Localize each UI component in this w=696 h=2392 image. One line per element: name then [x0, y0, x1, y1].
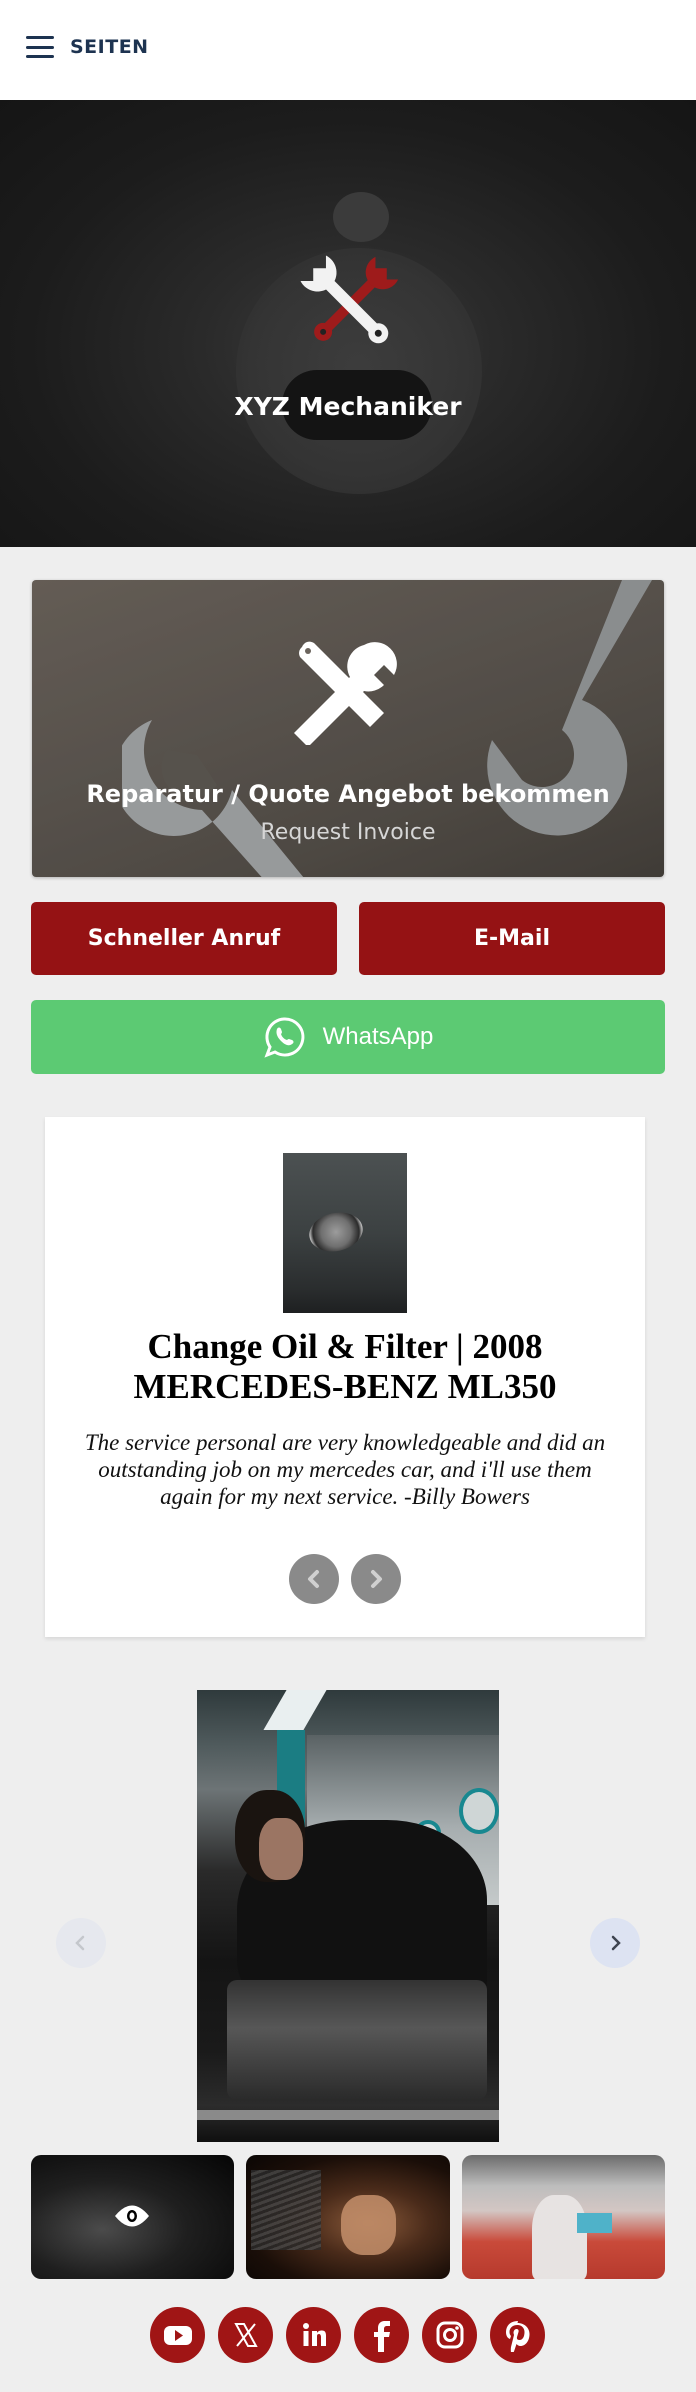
instagram-icon: [436, 2321, 463, 2349]
gallery-image-detail: [227, 1980, 487, 2100]
gallery-image-detail: [459, 1788, 499, 1834]
instagram-link[interactable]: [422, 2307, 477, 2363]
wrench-background-image: [487, 580, 652, 836]
testimonial-card: Change Oil & Filter | 2008 MERCEDES-BENZ…: [45, 1117, 645, 1637]
gallery-image-detail: [532, 2195, 587, 2279]
youtube-link[interactable]: [150, 2307, 205, 2363]
x-icon: [233, 2323, 258, 2347]
pages-menu-button[interactable]: SEITEN: [26, 36, 149, 58]
chevron-right-icon: [611, 1935, 621, 1951]
whatsapp-label: WhatsApp: [322, 1023, 434, 1050]
linkedin-icon: [302, 2323, 326, 2346]
quick-call-button[interactable]: Schneller Anruf: [31, 902, 337, 975]
testimonial-next-button[interactable]: [351, 1554, 401, 1604]
facebook-link[interactable]: [354, 2307, 409, 2363]
pinterest-link[interactable]: [490, 2307, 545, 2363]
gallery-image-detail: [197, 2110, 499, 2120]
hero-background-detail: [333, 192, 389, 242]
social-links: [150, 2307, 545, 2363]
crossed-wrenches-icon: [300, 255, 399, 344]
testimonial-image: [283, 1153, 407, 1313]
gallery-main-image[interactable]: [197, 1690, 499, 2142]
gallery-image-detail: [251, 2170, 321, 2250]
hamburger-icon: [26, 36, 54, 58]
gallery-image-detail: [263, 1690, 327, 1730]
business-name: XYZ Mechaniker: [234, 392, 462, 421]
linkedin-link[interactable]: [286, 2307, 341, 2363]
pages-menu-label: SEITEN: [70, 36, 149, 58]
testimonial-text: The service personal are very knowledgea…: [84, 1430, 606, 1509]
facebook-icon: [373, 2321, 390, 2352]
x-link[interactable]: [218, 2307, 273, 2363]
gallery-image-detail: [259, 1818, 303, 1880]
top-bar: SEITEN: [0, 0, 696, 100]
mercedes-emblem-image: [305, 1207, 367, 1257]
pinterest-icon: [505, 2321, 529, 2352]
request-quote-subtitle: Request Invoice: [260, 820, 436, 845]
gallery-thumbnail[interactable]: [246, 2155, 450, 2279]
gallery-prev-button[interactable]: [56, 1918, 106, 1968]
chevron-left-icon: [308, 1570, 319, 1588]
testimonial-title: Change Oil & Filter | 2008 MERCEDES-BENZ…: [133, 1327, 557, 1406]
gallery-image-detail: [577, 2213, 612, 2233]
tools-icon: [294, 641, 397, 745]
request-quote-card[interactable]: Reparatur / Quote Angebot bekommen Reque…: [32, 580, 664, 877]
email-button[interactable]: E-Mail: [359, 902, 665, 975]
testimonial-prev-button[interactable]: [289, 1554, 339, 1604]
hero-banner: XYZ Mechaniker: [0, 100, 696, 547]
gallery-thumbnail[interactable]: [31, 2155, 234, 2279]
youtube-icon: [163, 2326, 192, 2345]
chevron-right-icon: [371, 1570, 382, 1588]
request-quote-title: Reparatur / Quote Angebot bekommen: [86, 780, 610, 808]
gallery-thumbnail[interactable]: [462, 2155, 665, 2279]
whatsapp-button[interactable]: WhatsApp: [31, 1000, 665, 1074]
gallery-next-button[interactable]: [590, 1918, 640, 1968]
gallery-image-detail: [341, 2195, 396, 2255]
eye-icon: [115, 2205, 149, 2227]
chevron-left-icon: [75, 1935, 85, 1951]
whatsapp-icon: [264, 1017, 305, 1058]
